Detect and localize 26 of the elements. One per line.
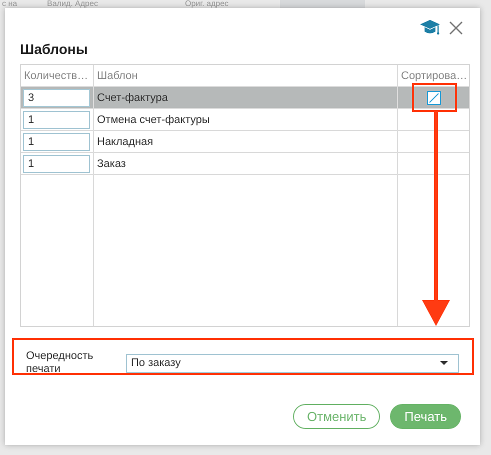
column-header[interactable]: Количеств… bbox=[21, 65, 94, 86]
column-header: Ориг. адрес bbox=[185, 0, 229, 8]
print-order-dropdown[interactable]: По заказу bbox=[126, 354, 459, 372]
table-cell: Отмена счет-фактуры bbox=[97, 114, 210, 126]
table-cell: Счет-фактура bbox=[97, 92, 168, 104]
table-cell: Накладная bbox=[97, 136, 154, 148]
column-header[interactable]: Сортирова… bbox=[398, 65, 469, 86]
column-header: Валид. Адрес bbox=[47, 0, 98, 8]
column-header[interactable]: Шаблон bbox=[94, 65, 398, 86]
checkbox[interactable] bbox=[426, 90, 440, 104]
highlight-box bbox=[412, 83, 457, 112]
quantity-field[interactable]: 3 bbox=[23, 88, 90, 106]
table-cell: Заказ bbox=[97, 158, 126, 170]
quantity-field[interactable]: 1 bbox=[23, 154, 90, 172]
table-row[interactable]: 1 Накладная bbox=[21, 131, 469, 153]
column-header: с на bbox=[2, 0, 18, 8]
table-row[interactable]: 1 Отмена счет-фактуры bbox=[21, 109, 469, 131]
quantity-field[interactable]: 1 bbox=[23, 132, 90, 150]
print-order-label: Очередность печати bbox=[26, 350, 94, 376]
graduation-cap-icon[interactable] bbox=[419, 19, 441, 37]
caret-icon bbox=[440, 361, 448, 365]
close-icon[interactable] bbox=[449, 21, 463, 35]
quantity-field[interactable]: 1 bbox=[23, 110, 90, 128]
table-row[interactable]: 3 Счет-фактура bbox=[21, 87, 469, 109]
dialog-title: Шаблоны bbox=[20, 41, 89, 57]
table-row[interactable]: 1 Заказ bbox=[21, 153, 469, 175]
